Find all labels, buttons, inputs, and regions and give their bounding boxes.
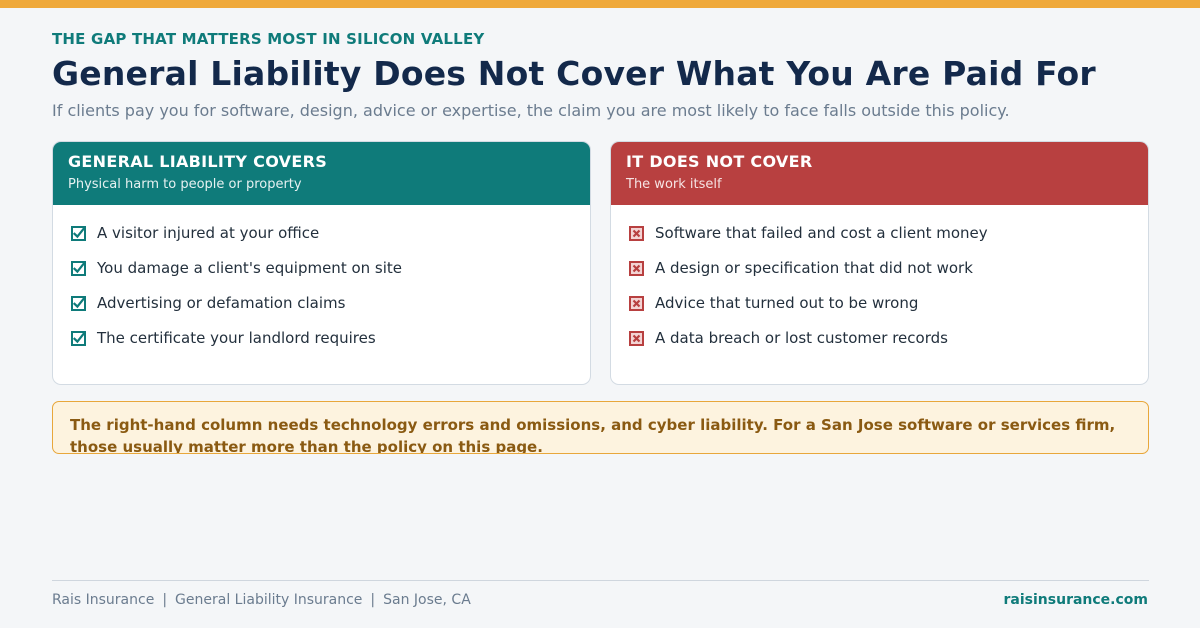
checkbox-x-icon	[629, 261, 644, 276]
callout-note-text: The right-hand column needs technology e…	[70, 416, 1116, 454]
list-item-text: Software that failed and cost a client m…	[655, 224, 988, 242]
page-title: General Liability Does Not Cover What Yo…	[52, 54, 1096, 93]
list-item-text: Advice that turned out to be wrong	[655, 294, 919, 312]
list-item-text: The certificate your landlord requires	[97, 329, 376, 347]
checkbox-checked-icon	[71, 331, 86, 346]
not-covered-panel-header: IT DOES NOT COVER The work itself	[611, 142, 1148, 205]
footer-info: Rais Insurance | General Liability Insuran…	[52, 592, 471, 608]
checkbox-x-icon	[629, 226, 644, 241]
list-item: Software that failed and cost a client m…	[629, 222, 1148, 257]
footer-divider	[52, 580, 1149, 581]
list-item-text: A data breach or lost customer records	[655, 329, 948, 347]
footer-website-link[interactable]: raisinsurance.com	[1004, 592, 1148, 608]
not-covered-panel-subtitle: The work itself	[626, 177, 722, 192]
list-item: A data breach or lost customer records	[629, 327, 1148, 362]
not-covered-panel-title: IT DOES NOT COVER	[626, 152, 813, 171]
covers-panel-header: GENERAL LIABILITY COVERS Physical harm t…	[53, 142, 590, 205]
list-item-text: A visitor injured at your office	[97, 224, 320, 242]
list-item: Advertising or defamation claims	[71, 292, 590, 327]
covers-panel-title: GENERAL LIABILITY COVERS	[68, 152, 328, 171]
checkbox-checked-icon	[71, 296, 86, 311]
checkbox-checked-icon	[71, 226, 86, 241]
covers-panel-subtitle: Physical harm to people or property	[68, 177, 302, 192]
top-accent-bar	[0, 0, 1200, 8]
page-subtitle: If clients pay you for software, design,…	[52, 101, 1010, 120]
not-covered-panel: IT DOES NOT COVER The work itself Softwa…	[610, 141, 1149, 385]
eyebrow-label: THE GAP THAT MATTERS MOST IN SILICON VAL…	[52, 30, 485, 48]
footer-separator: |	[370, 592, 376, 608]
list-item: The certificate your landlord requires	[71, 327, 590, 362]
not-covered-list: Software that failed and cost a client m…	[611, 205, 1148, 362]
list-item-text: You damage a client's equipment on site	[97, 259, 403, 277]
checkbox-x-icon	[629, 296, 644, 311]
covers-list: A visitor injured at your office You dam…	[53, 205, 590, 362]
checkbox-checked-icon	[71, 261, 86, 276]
checkbox-x-icon	[629, 331, 644, 346]
footer-company: Rais Insurance	[52, 592, 155, 608]
covers-panel: GENERAL LIABILITY COVERS Physical harm t…	[52, 141, 591, 385]
footer-separator: |	[162, 592, 168, 608]
footer-product: General Liability Insurance	[175, 592, 363, 608]
list-item: Advice that turned out to be wrong	[629, 292, 1148, 327]
list-item-text: Advertising or defamation claims	[97, 294, 346, 312]
list-item: A design or specification that did not w…	[629, 257, 1148, 292]
list-item-text: A design or specification that did not w…	[655, 259, 973, 277]
list-item: A visitor injured at your office	[71, 222, 590, 257]
footer-location: San Jose, CA	[383, 592, 471, 608]
callout-note: The right-hand column needs technology e…	[52, 401, 1149, 454]
list-item: You damage a client's equipment on site	[71, 257, 590, 292]
